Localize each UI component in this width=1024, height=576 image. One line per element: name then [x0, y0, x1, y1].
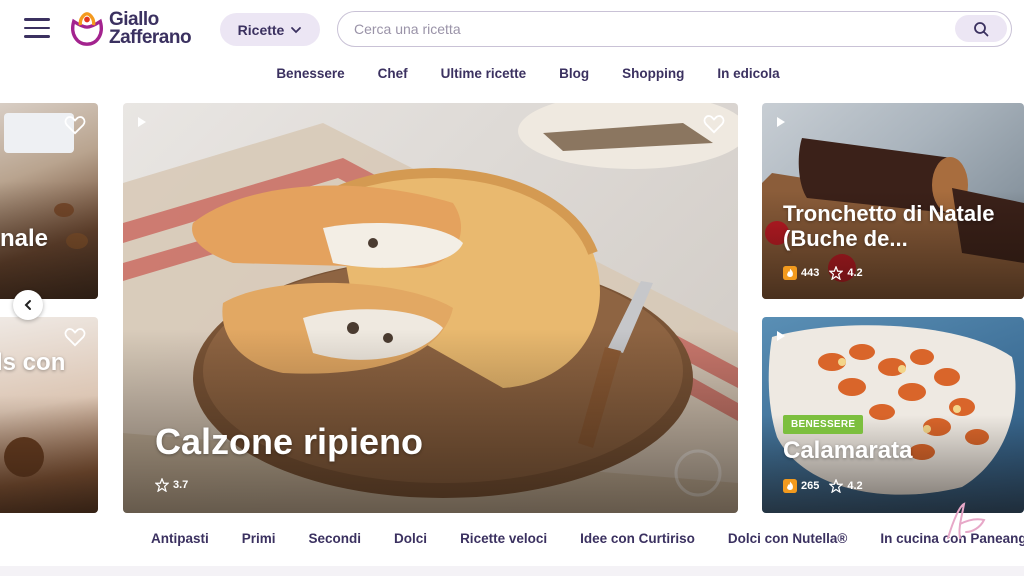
category-antipasti[interactable]: Antipasti — [151, 531, 209, 551]
nav-ultime-ricette[interactable]: Ultime ricette — [441, 66, 527, 88]
recipe-card-right-bottom[interactable]: BENESSERE Calamarata 265 4.2 — [762, 317, 1024, 513]
category-primi[interactable]: Primi — [242, 531, 276, 551]
category-dolci-nutella[interactable]: Dolci con Nutella® — [728, 531, 847, 551]
category-badge: BENESSERE — [783, 415, 864, 434]
recipe-card-left-bottom[interactable]: ls con — [0, 317, 98, 513]
category-idee-curtiriso[interactable]: Idee con Curtiriso — [580, 531, 695, 551]
category-secondi[interactable]: Secondi — [309, 531, 362, 551]
star-icon — [829, 266, 844, 280]
video-play-icon — [777, 117, 785, 127]
bottom-band — [0, 566, 1024, 576]
category-dolci[interactable]: Dolci — [394, 531, 427, 551]
star-icon — [829, 479, 844, 493]
heart-icon[interactable] — [64, 115, 86, 135]
video-play-icon — [777, 331, 785, 341]
chevron-down-icon — [291, 26, 302, 33]
search-button[interactable] — [955, 15, 1007, 42]
ricette-dropdown-button[interactable]: Ricette — [220, 13, 320, 46]
card-title: Calzone ripieno — [155, 421, 424, 462]
nav-blog[interactable]: Blog — [559, 66, 589, 88]
recipe-card-left-top[interactable]: nale — [0, 103, 98, 299]
ricette-label: Ricette — [237, 21, 285, 38]
logo-flower-icon — [71, 12, 103, 46]
star-icon — [155, 478, 169, 492]
logo[interactable]: Giallo Zafferano — [68, 8, 192, 50]
card-meta: 265 4.2 — [783, 479, 863, 493]
flame-icon — [783, 266, 797, 280]
card-meta: 443 4.2 — [783, 266, 863, 280]
search-bar — [337, 11, 1012, 47]
logo-line-2: Zafferano — [109, 27, 192, 48]
rating-value: 4.2 — [847, 480, 863, 492]
rating: 3.7 — [155, 478, 188, 492]
site-header: Giallo Zafferano Ricette — [0, 0, 1024, 58]
card-title: Tronchetto di Natale (Buche de... — [783, 201, 995, 251]
search-icon — [974, 21, 989, 36]
video-play-icon — [138, 117, 146, 127]
category-nav: Antipasti Primi Secondi Dolci Ricette ve… — [151, 531, 1024, 551]
top-nav: Benessere Chef Ultime ricette Blog Shopp… — [0, 66, 1024, 88]
signature-watermark-icon — [947, 502, 986, 539]
card-title: ls con — [0, 349, 66, 376]
heat-value: 443 — [801, 267, 820, 279]
carousel-prev-button[interactable] — [13, 290, 43, 320]
heat-value: 265 — [801, 480, 820, 492]
logo-text: Giallo Zafferano — [109, 10, 192, 48]
category-ricette-veloci[interactable]: Ricette veloci — [460, 531, 547, 551]
heart-icon[interactable] — [703, 114, 725, 134]
rating-value: 3.7 — [173, 479, 189, 491]
card-title: nale — [0, 225, 49, 252]
recipe-card-right-top[interactable]: Tronchetto di Natale (Buche de... 443 4.… — [762, 103, 1024, 299]
nav-benessere[interactable]: Benessere — [276, 66, 344, 88]
search-input[interactable] — [354, 19, 954, 39]
card-title: Calamarata — [783, 437, 913, 464]
nav-chef[interactable]: Chef — [378, 66, 408, 88]
nav-in-edicola[interactable]: In edicola — [717, 66, 779, 88]
rating-value: 4.2 — [847, 267, 863, 279]
nav-shopping[interactable]: Shopping — [622, 66, 684, 88]
recipe-card-main[interactable]: Calzone ripieno 3.7 — [123, 103, 738, 513]
heart-icon[interactable] — [64, 327, 86, 347]
flame-icon — [783, 479, 797, 493]
menu-icon[interactable] — [24, 18, 50, 40]
chevron-left-icon — [24, 300, 31, 310]
